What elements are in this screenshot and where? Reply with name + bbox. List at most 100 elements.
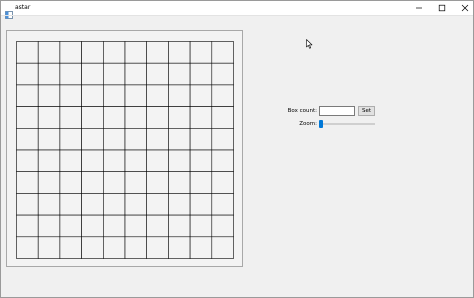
close-button[interactable] bbox=[453, 1, 473, 15]
grid-cell[interactable] bbox=[103, 106, 126, 129]
grid-cell[interactable] bbox=[81, 84, 104, 107]
grid-cell[interactable] bbox=[59, 128, 82, 151]
set-button[interactable]: Set bbox=[358, 106, 375, 116]
grid-cell[interactable] bbox=[37, 149, 61, 173]
grid-cell[interactable] bbox=[211, 149, 234, 173]
grid-cell[interactable] bbox=[146, 84, 169, 107]
grid-cell[interactable] bbox=[168, 84, 191, 107]
grid-cell[interactable] bbox=[211, 106, 234, 129]
grid-cell[interactable] bbox=[189, 41, 213, 64]
grid-cell[interactable] bbox=[146, 62, 169, 86]
zoom-slider-track[interactable] bbox=[321, 123, 375, 125]
grid-cell[interactable] bbox=[16, 62, 39, 86]
grid-cell[interactable] bbox=[81, 149, 104, 173]
grid-cell[interactable] bbox=[103, 84, 126, 107]
grid-cell[interactable] bbox=[59, 106, 82, 129]
grid-cell[interactable] bbox=[124, 41, 148, 64]
grid-cell[interactable] bbox=[189, 84, 213, 107]
grid-cell[interactable] bbox=[146, 171, 169, 194]
grid-cell[interactable] bbox=[81, 128, 104, 151]
grid-cell[interactable] bbox=[16, 214, 39, 238]
grid-cell[interactable] bbox=[37, 84, 61, 107]
grid-cell[interactable] bbox=[81, 106, 104, 129]
grid-cell[interactable] bbox=[59, 236, 82, 259]
title-bar[interactable]: astar bbox=[1, 1, 473, 19]
grid-cell[interactable] bbox=[37, 62, 61, 86]
grid-cell[interactable] bbox=[103, 149, 126, 173]
grid-cell[interactable] bbox=[81, 41, 104, 64]
grid-cell[interactable] bbox=[146, 128, 169, 151]
grid-cell[interactable] bbox=[189, 62, 213, 86]
grid-cell[interactable] bbox=[168, 214, 191, 238]
grid-cell[interactable] bbox=[146, 41, 169, 64]
grid-cell[interactable] bbox=[103, 171, 126, 194]
grid-cell[interactable] bbox=[81, 214, 104, 238]
grid-cell[interactable] bbox=[59, 214, 82, 238]
grid-cell[interactable] bbox=[211, 214, 234, 238]
grid-cell[interactable] bbox=[16, 171, 39, 194]
grid-cell[interactable] bbox=[37, 171, 61, 194]
grid-cell[interactable] bbox=[211, 171, 234, 194]
grid-cell[interactable] bbox=[124, 62, 148, 86]
grid-cell[interactable] bbox=[211, 236, 234, 259]
box-count-input[interactable] bbox=[319, 106, 355, 116]
grid-cell[interactable] bbox=[168, 149, 191, 173]
grid-cell[interactable] bbox=[37, 193, 61, 216]
grid-cell[interactable] bbox=[81, 193, 104, 216]
grid-cell[interactable] bbox=[81, 171, 104, 194]
grid-cell[interactable] bbox=[124, 84, 148, 107]
grid-cell[interactable] bbox=[168, 106, 191, 129]
grid-cell[interactable] bbox=[168, 236, 191, 259]
minimize-button[interactable] bbox=[407, 1, 431, 15]
grid-cell[interactable] bbox=[189, 193, 213, 216]
grid-cell[interactable] bbox=[81, 62, 104, 86]
maximize-button[interactable] bbox=[430, 1, 454, 15]
grid-cell[interactable] bbox=[168, 171, 191, 194]
grid-cell[interactable] bbox=[211, 128, 234, 151]
grid-cell[interactable] bbox=[211, 193, 234, 216]
grid-cell[interactable] bbox=[124, 236, 148, 259]
grid-cell[interactable] bbox=[37, 106, 61, 129]
grid-cell[interactable] bbox=[146, 193, 169, 216]
grid-cell[interactable] bbox=[189, 214, 213, 238]
grid-cell[interactable] bbox=[189, 106, 213, 129]
grid-cell[interactable] bbox=[59, 62, 82, 86]
grid-cell[interactable] bbox=[37, 236, 61, 259]
grid-cell[interactable] bbox=[146, 214, 169, 238]
grid-cell[interactable] bbox=[189, 236, 213, 259]
grid-cell[interactable] bbox=[124, 171, 148, 194]
grid-cell[interactable] bbox=[16, 84, 39, 107]
grid-cell[interactable] bbox=[59, 41, 82, 64]
grid-cell[interactable] bbox=[189, 171, 213, 194]
grid-cell[interactable] bbox=[16, 149, 39, 173]
grid-cell[interactable] bbox=[146, 149, 169, 173]
grid-cell[interactable] bbox=[59, 193, 82, 216]
grid-cell[interactable] bbox=[168, 193, 191, 216]
grid-cell[interactable] bbox=[103, 128, 126, 151]
grid-cell[interactable] bbox=[59, 84, 82, 107]
grid-cell[interactable] bbox=[37, 214, 61, 238]
grid-cell[interactable] bbox=[103, 193, 126, 216]
grid-cell[interactable] bbox=[146, 106, 169, 129]
zoom-slider-handle[interactable] bbox=[319, 120, 323, 128]
grid-cell[interactable] bbox=[211, 84, 234, 107]
grid-cell[interactable] bbox=[59, 149, 82, 173]
grid-cell[interactable] bbox=[103, 62, 126, 86]
grid-cell[interactable] bbox=[168, 62, 191, 86]
grid-cell[interactable] bbox=[211, 62, 234, 86]
grid-cell[interactable] bbox=[189, 149, 213, 173]
grid-cell[interactable] bbox=[124, 128, 148, 151]
grid-cell[interactable] bbox=[16, 193, 39, 216]
grid-cell[interactable] bbox=[103, 41, 126, 64]
grid-cell[interactable] bbox=[124, 106, 148, 129]
grid-cell[interactable] bbox=[168, 41, 191, 64]
grid-cell[interactable] bbox=[103, 214, 126, 238]
grid-cell[interactable] bbox=[103, 236, 126, 259]
grid-cell[interactable] bbox=[16, 41, 39, 64]
grid-cell[interactable] bbox=[146, 236, 169, 259]
grid-cell[interactable] bbox=[16, 236, 39, 259]
grid-canvas[interactable] bbox=[16, 41, 234, 259]
zoom-slider[interactable] bbox=[319, 119, 375, 129]
grid-cell[interactable] bbox=[37, 41, 61, 64]
grid-cell[interactable] bbox=[59, 171, 82, 194]
